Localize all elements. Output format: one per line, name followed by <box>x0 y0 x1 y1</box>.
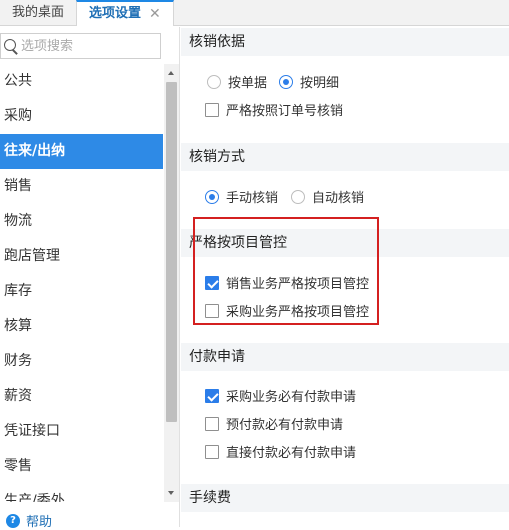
checkbox-label: 预付款必有付款申请 <box>226 418 344 433</box>
sidebar-item-public[interactable]: 公共 <box>0 64 163 99</box>
checkbox[interactable] <box>205 102 219 117</box>
section-header-writeoff-method: 核销方式 <box>181 143 509 171</box>
radio-button[interactable] <box>205 189 219 204</box>
section-header-payment-request: 付款申请 <box>181 343 509 371</box>
sidebar-item-finance[interactable]: 财务 <box>0 344 163 379</box>
radio-label: 按单据 <box>228 76 268 91</box>
help-label: 帮助 <box>26 515 53 530</box>
sidebar-item-voucher-interface[interactable]: 凭证接口 <box>0 414 163 449</box>
checkbox-label: 采购业务必有付款申请 <box>226 390 357 405</box>
radio-label: 手动核销 <box>226 191 279 206</box>
tab-label: 我的桌面 <box>12 5 65 20</box>
sidebar-item-purchase[interactable]: 采购 <box>0 99 163 134</box>
checkbox-label: 直接付款必有付款申请 <box>226 446 357 461</box>
sidebar-item-retail[interactable]: 零售 <box>0 449 163 484</box>
settings-panel: 核销依据 按单据 按明细 严格按照订单号核销 核销方式 手动核销 自动核销 严格… <box>181 27 509 527</box>
sidebar-item-accounts-cashier[interactable]: 往来/出纳 <box>0 134 163 169</box>
tab-my-desktop[interactable]: 我的桌面 <box>0 0 76 26</box>
radio-label: 按明细 <box>300 76 340 91</box>
radio-manual-writeoff[interactable]: 手动核销 <box>205 187 278 206</box>
sidebar-scrollbar[interactable] <box>164 64 179 502</box>
scroll-up-icon[interactable] <box>164 66 179 80</box>
search-box <box>0 33 161 59</box>
radio-button[interactable] <box>291 189 305 204</box>
radio-button[interactable] <box>207 74 221 89</box>
sidebar-item-inventory[interactable]: 库存 <box>0 274 163 309</box>
scroll-thumb[interactable] <box>166 82 177 422</box>
section-header-writeoff-basis: 核销依据 <box>181 28 509 56</box>
radio-by-detail[interactable]: 按明细 <box>279 72 339 91</box>
sidebar-item-logistics[interactable]: 物流 <box>0 204 163 239</box>
checkbox[interactable] <box>205 388 219 403</box>
radio-label: 自动核销 <box>312 191 365 206</box>
radio-button[interactable] <box>279 74 293 89</box>
scroll-down-icon[interactable] <box>164 486 179 500</box>
highlight-box <box>193 217 379 325</box>
sidebar-nav: 公共 采购 往来/出纳 销售 物流 跑店管理 库存 核算 财务 薪资 凭证接口 … <box>0 64 163 502</box>
checkbox-prepayment-request[interactable]: 预付款必有付款申请 <box>205 414 343 433</box>
search-input[interactable] <box>21 35 156 57</box>
section-header-handling-fee: 手续费 <box>181 484 509 512</box>
search-icon <box>1 34 21 58</box>
help-link[interactable]: ? 帮助 <box>6 511 52 530</box>
tab-label: 选项设置 <box>89 6 142 21</box>
sidebar-item-payroll[interactable]: 薪资 <box>0 379 163 414</box>
radio-by-document[interactable]: 按单据 <box>207 72 267 91</box>
checkbox-strict-order-writeoff[interactable]: 严格按照订单号核销 <box>205 100 343 119</box>
sidebar-item-production[interactable]: 生产/委外 <box>0 484 163 502</box>
help-icon: ? <box>6 513 20 528</box>
checkbox-label: 严格按照订单号核销 <box>226 104 344 119</box>
checkbox-purchase-payment-request[interactable]: 采购业务必有付款申请 <box>205 386 356 405</box>
radio-auto-writeoff[interactable]: 自动核销 <box>291 187 364 206</box>
checkbox-direct-payment-request[interactable]: 直接付款必有付款申请 <box>205 442 356 461</box>
tab-option-settings[interactable]: 选项设置 ✕ <box>76 0 174 26</box>
tab-bar: 我的桌面 选项设置 ✕ <box>0 0 509 26</box>
checkbox[interactable] <box>205 416 219 431</box>
checkbox[interactable] <box>205 444 219 459</box>
sidebar-item-store-visit[interactable]: 跑店管理 <box>0 239 163 274</box>
sidebar: 公共 采购 往来/出纳 销售 物流 跑店管理 库存 核算 财务 薪资 凭证接口 … <box>0 27 180 530</box>
close-icon[interactable]: ✕ <box>149 3 161 25</box>
sidebar-item-accounting[interactable]: 核算 <box>0 309 163 344</box>
sidebar-item-sales[interactable]: 销售 <box>0 169 163 204</box>
